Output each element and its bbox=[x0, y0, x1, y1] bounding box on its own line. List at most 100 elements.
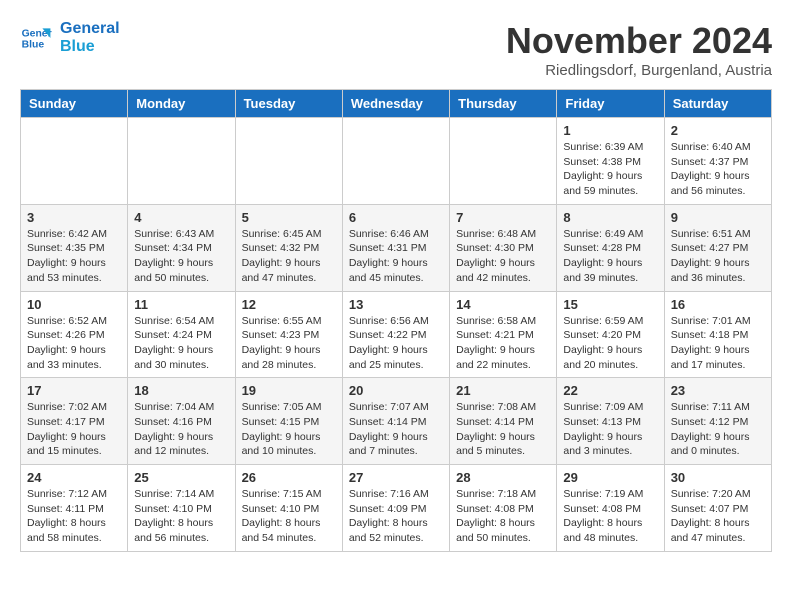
day-number: 21 bbox=[456, 383, 550, 398]
day-info: Sunrise: 6:49 AMSunset: 4:28 PMDaylight:… bbox=[563, 227, 657, 286]
calendar-cell: 28 Sunrise: 7:18 AMSunset: 4:08 PMDayligh… bbox=[450, 465, 557, 552]
day-number: 1 bbox=[563, 123, 657, 138]
calendar-cell: 6 Sunrise: 6:46 AMSunset: 4:31 PMDaylight… bbox=[342, 204, 449, 291]
calendar-cell: 24 Sunrise: 7:12 AMSunset: 4:11 PMDayligh… bbox=[21, 465, 128, 552]
day-info: Sunrise: 7:18 AMSunset: 4:08 PMDaylight:… bbox=[456, 487, 550, 546]
day-info: Sunrise: 6:45 AMSunset: 4:32 PMDaylight:… bbox=[242, 227, 336, 286]
day-number: 26 bbox=[242, 470, 336, 485]
calendar-cell: 29 Sunrise: 7:19 AMSunset: 4:08 PMDayligh… bbox=[557, 465, 664, 552]
day-info: Sunrise: 7:15 AMSunset: 4:10 PMDaylight:… bbox=[242, 487, 336, 546]
day-info: Sunrise: 6:48 AMSunset: 4:30 PMDaylight:… bbox=[456, 227, 550, 286]
calendar-cell: 17Sunrise: 7:02 AMSunset: 4:17 PMDayligh… bbox=[21, 378, 128, 465]
day-number: 4 bbox=[134, 210, 228, 225]
header-day-tuesday: Tuesday bbox=[235, 90, 342, 118]
day-info: Sunrise: 6:40 AMSunset: 4:37 PMDaylight:… bbox=[671, 140, 765, 199]
header-day-sunday: Sunday bbox=[21, 90, 128, 118]
calendar-header-row: SundayMondayTuesdayWednesdayThursdayFrid… bbox=[21, 90, 772, 118]
day-info: Sunrise: 7:05 AMSunset: 4:15 PMDaylight:… bbox=[242, 400, 336, 459]
header-day-wednesday: Wednesday bbox=[342, 90, 449, 118]
day-number: 8 bbox=[563, 210, 657, 225]
day-number: 18 bbox=[134, 383, 228, 398]
day-number: 5 bbox=[242, 210, 336, 225]
day-info: Sunrise: 6:56 AMSunset: 4:22 PMDaylight:… bbox=[349, 314, 443, 373]
header-day-monday: Monday bbox=[128, 90, 235, 118]
calendar-cell: 11Sunrise: 6:54 AMSunset: 4:24 PMDayligh… bbox=[128, 291, 235, 378]
day-number: 13 bbox=[349, 297, 443, 312]
calendar-body: 1Sunrise: 6:39 AMSunset: 4:38 PMDaylight… bbox=[21, 118, 772, 552]
day-number: 24 bbox=[27, 470, 121, 485]
day-number: 14 bbox=[456, 297, 550, 312]
day-info: Sunrise: 7:12 AMSunset: 4:11 PMDaylight:… bbox=[27, 487, 121, 546]
calendar-table: SundayMondayTuesdayWednesdayThursdayFrid… bbox=[20, 89, 772, 552]
calendar-cell: 2 Sunrise: 6:40 AMSunset: 4:37 PMDaylight… bbox=[664, 118, 771, 205]
location: Riedlingsdorf, Burgenland, Austria bbox=[506, 62, 772, 79]
day-info: Sunrise: 6:51 AMSunset: 4:27 PMDaylight:… bbox=[671, 227, 765, 286]
calendar-cell bbox=[342, 118, 449, 205]
day-info: Sunrise: 7:01 AMSunset: 4:18 PMDaylight:… bbox=[671, 314, 765, 373]
day-info: Sunrise: 7:19 AMSunset: 4:08 PMDaylight:… bbox=[563, 487, 657, 546]
calendar-cell: 10 Sunrise: 6:52 AMSunset: 4:26 PMDayligh… bbox=[21, 291, 128, 378]
calendar-cell: 30Sunrise: 7:20 AMSunset: 4:07 PMDayligh… bbox=[664, 465, 771, 552]
calendar-week-4: 17Sunrise: 7:02 AMSunset: 4:17 PMDayligh… bbox=[21, 378, 772, 465]
calendar-cell: 20 Sunrise: 7:07 AMSunset: 4:14 PMDayligh… bbox=[342, 378, 449, 465]
day-number: 22 bbox=[563, 383, 657, 398]
day-number: 28 bbox=[456, 470, 550, 485]
day-info: Sunrise: 7:11 AMSunset: 4:12 PMDaylight:… bbox=[671, 400, 765, 459]
day-number: 20 bbox=[349, 383, 443, 398]
calendar-cell: 27 Sunrise: 7:16 AMSunset: 4:09 PMDayligh… bbox=[342, 465, 449, 552]
day-info: Sunrise: 7:16 AMSunset: 4:09 PMDaylight:… bbox=[349, 487, 443, 546]
day-number: 27 bbox=[349, 470, 443, 485]
calendar-cell bbox=[450, 118, 557, 205]
page-header: General Blue General Blue November 2024 … bbox=[20, 20, 772, 79]
calendar-cell: 7 Sunrise: 6:48 AMSunset: 4:30 PMDaylight… bbox=[450, 204, 557, 291]
header-day-thursday: Thursday bbox=[450, 90, 557, 118]
logo-line1: General bbox=[60, 20, 120, 38]
day-info: Sunrise: 7:09 AMSunset: 4:13 PMDaylight:… bbox=[563, 400, 657, 459]
calendar-cell: 16Sunrise: 7:01 AMSunset: 4:18 PMDayligh… bbox=[664, 291, 771, 378]
day-number: 15 bbox=[563, 297, 657, 312]
calendar-cell: 26 Sunrise: 7:15 AMSunset: 4:10 PMDayligh… bbox=[235, 465, 342, 552]
day-info: Sunrise: 6:52 AMSunset: 4:26 PMDaylight:… bbox=[27, 314, 121, 373]
day-info: Sunrise: 6:42 AMSunset: 4:35 PMDaylight:… bbox=[27, 227, 121, 286]
calendar-cell: 4 Sunrise: 6:43 AMSunset: 4:34 PMDaylight… bbox=[128, 204, 235, 291]
calendar-cell: 13 Sunrise: 6:56 AMSunset: 4:22 PMDayligh… bbox=[342, 291, 449, 378]
calendar-cell: 9Sunrise: 6:51 AMSunset: 4:27 PMDaylight… bbox=[664, 204, 771, 291]
day-info: Sunrise: 6:58 AMSunset: 4:21 PMDaylight:… bbox=[456, 314, 550, 373]
calendar-week-3: 10 Sunrise: 6:52 AMSunset: 4:26 PMDayligh… bbox=[21, 291, 772, 378]
day-number: 29 bbox=[563, 470, 657, 485]
day-number: 19 bbox=[242, 383, 336, 398]
calendar-cell: 1Sunrise: 6:39 AMSunset: 4:38 PMDaylight… bbox=[557, 118, 664, 205]
calendar-week-1: 1Sunrise: 6:39 AMSunset: 4:38 PMDaylight… bbox=[21, 118, 772, 205]
calendar-cell: 5 Sunrise: 6:45 AMSunset: 4:32 PMDaylight… bbox=[235, 204, 342, 291]
calendar-cell bbox=[235, 118, 342, 205]
day-number: 10 bbox=[27, 297, 121, 312]
day-number: 25 bbox=[134, 470, 228, 485]
day-number: 2 bbox=[671, 123, 765, 138]
day-info: Sunrise: 7:08 AMSunset: 4:14 PMDaylight:… bbox=[456, 400, 550, 459]
day-info: Sunrise: 6:46 AMSunset: 4:31 PMDaylight:… bbox=[349, 227, 443, 286]
calendar-cell: 3 Sunrise: 6:42 AMSunset: 4:35 PMDaylight… bbox=[21, 204, 128, 291]
title-area: November 2024 Riedlingsdorf, Burgenland,… bbox=[506, 20, 772, 79]
calendar-cell: 18 Sunrise: 7:04 AMSunset: 4:16 PMDayligh… bbox=[128, 378, 235, 465]
calendar-cell: 19 Sunrise: 7:05 AMSunset: 4:15 PMDayligh… bbox=[235, 378, 342, 465]
day-info: Sunrise: 6:43 AMSunset: 4:34 PMDaylight:… bbox=[134, 227, 228, 286]
calendar-cell: 14 Sunrise: 6:58 AMSunset: 4:21 PMDayligh… bbox=[450, 291, 557, 378]
day-info: Sunrise: 7:20 AMSunset: 4:07 PMDaylight:… bbox=[671, 487, 765, 546]
logo-icon: General Blue bbox=[20, 22, 52, 54]
day-number: 23 bbox=[671, 383, 765, 398]
day-number: 17 bbox=[27, 383, 121, 398]
calendar-cell: 15Sunrise: 6:59 AMSunset: 4:20 PMDayligh… bbox=[557, 291, 664, 378]
day-number: 7 bbox=[456, 210, 550, 225]
day-info: Sunrise: 7:07 AMSunset: 4:14 PMDaylight:… bbox=[349, 400, 443, 459]
day-number: 12 bbox=[242, 297, 336, 312]
calendar-cell bbox=[21, 118, 128, 205]
day-info: Sunrise: 7:04 AMSunset: 4:16 PMDaylight:… bbox=[134, 400, 228, 459]
calendar-cell: 23 Sunrise: 7:11 AMSunset: 4:12 PMDayligh… bbox=[664, 378, 771, 465]
calendar-week-2: 3 Sunrise: 6:42 AMSunset: 4:35 PMDaylight… bbox=[21, 204, 772, 291]
calendar-week-5: 24 Sunrise: 7:12 AMSunset: 4:11 PMDayligh… bbox=[21, 465, 772, 552]
logo-line2: Blue bbox=[60, 38, 120, 56]
day-number: 11 bbox=[134, 297, 228, 312]
calendar-cell: 21 Sunrise: 7:08 AMSunset: 4:14 PMDayligh… bbox=[450, 378, 557, 465]
day-number: 6 bbox=[349, 210, 443, 225]
day-number: 3 bbox=[27, 210, 121, 225]
